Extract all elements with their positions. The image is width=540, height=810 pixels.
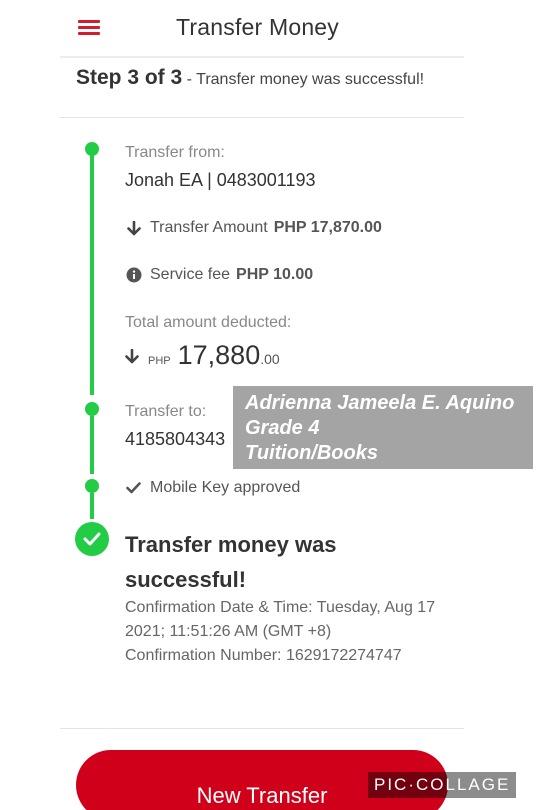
mobile-key-label: Mobile Key approved [150, 479, 301, 496]
total-deducted-label: Total amount deducted: [125, 314, 292, 331]
divider [60, 117, 464, 118]
divider [60, 728, 464, 729]
timeline-dot [85, 402, 99, 416]
timeline-line [90, 493, 94, 519]
info-icon [125, 267, 142, 283]
transfer-amount-label: Transfer Amount [150, 219, 268, 236]
transfer-to-label: Transfer to: [125, 403, 207, 420]
mobile-key-row: Mobile Key approved [125, 479, 300, 497]
service-fee-row: Service fee PHP 10.00 [125, 266, 313, 284]
transfer-amount-row: Transfer Amount PHP 17,870.00 [125, 219, 382, 237]
total-deducted-amount: PHP 17,880 .00 [125, 340, 280, 371]
step-indicator: Step 3 of 3 - Transfer money was success… [76, 66, 424, 90]
transfer-to-value: 4185804343 [125, 429, 226, 449]
arrow-down-icon [125, 348, 139, 369]
timeline-dot [85, 479, 99, 493]
transfer-from-value: Jonah EA | 0483001193 [125, 170, 316, 190]
confirmation-datetime: Confirmation Date & Time: Tuesday, Aug 1… [125, 599, 436, 640]
total-currency: PHP [148, 355, 171, 367]
timeline-line [90, 416, 94, 474]
timeline-dot [85, 142, 99, 156]
page-title: Transfer Money [176, 14, 340, 40]
note-line: Adrienna Jameela E. Aquino [245, 392, 515, 414]
total-whole: 17,880 [177, 340, 261, 370]
total-cents: .00 [260, 351, 280, 367]
transfer-amount-value: PHP 17,870.00 [273, 219, 382, 236]
service-fee-label: Service fee [150, 266, 231, 283]
app-header: Transfer Money [60, 0, 464, 58]
pic-collage-watermark: PIC·COLLAGE [368, 772, 517, 798]
confirmation-number: Confirmation Number: 1629172274747 [125, 647, 402, 664]
arrow-down-icon [125, 220, 142, 236]
timeline-line [90, 150, 94, 395]
check-icon [125, 482, 142, 494]
success-check-icon [75, 522, 109, 556]
service-fee-value: PHP 10.00 [236, 266, 314, 283]
hamburger-menu-icon[interactable] [78, 18, 100, 36]
step-description: - Transfer money was successful! [186, 71, 425, 88]
transfer-from-label: Transfer from: [125, 144, 225, 161]
step-number: Step 3 of 3 [76, 66, 183, 89]
note-line: Tuition/Books [245, 442, 378, 464]
note-overlay: Adrienna Jameela E. Aquino Grade 4 Tuiti… [233, 386, 533, 469]
success-title: Transfer money was successful! [125, 532, 337, 592]
confirmation-details: Confirmation Date & Time: Tuesday, Aug 1… [125, 596, 455, 668]
note-line: Grade 4 [245, 417, 320, 439]
